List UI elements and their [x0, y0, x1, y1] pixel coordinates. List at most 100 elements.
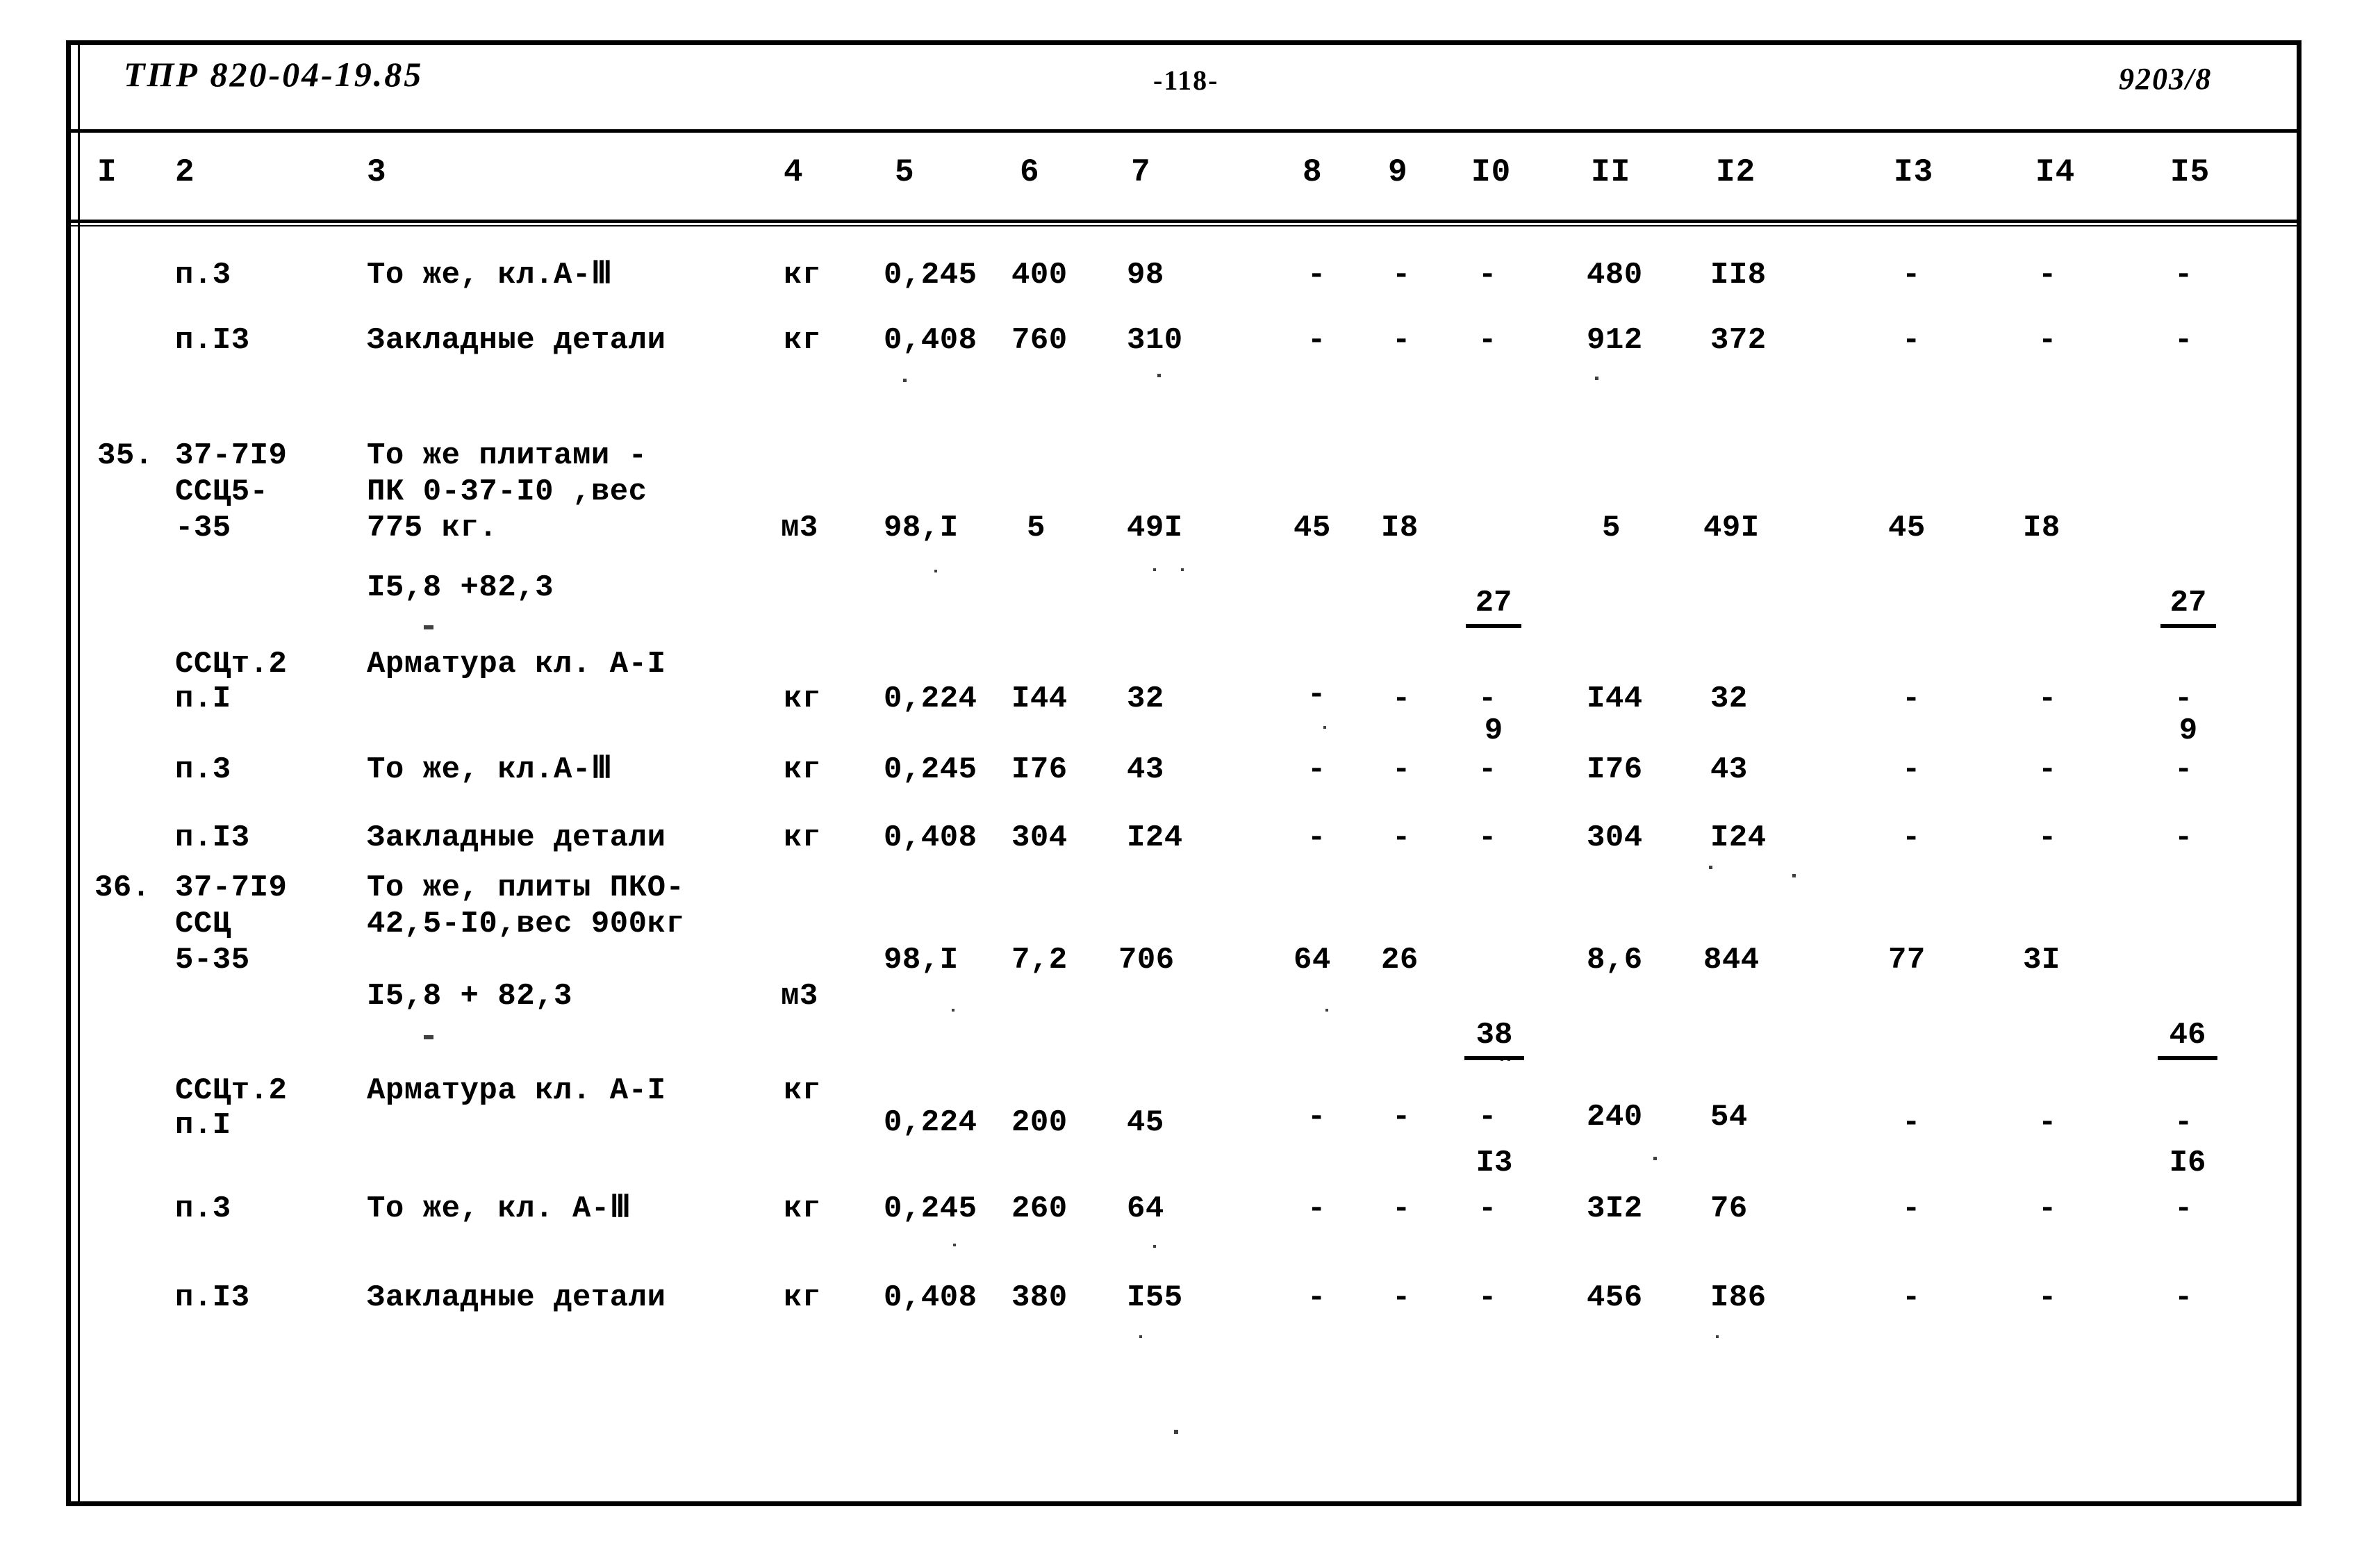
table-row: - [2174, 752, 2193, 787]
table-row: - [2038, 752, 2057, 787]
table-row: 200 [1011, 1105, 1068, 1140]
table-row: 98 [1127, 258, 1164, 292]
column-number-2: 2 [175, 154, 195, 190]
table-row: - [1902, 1191, 1921, 1226]
column-number-11: II [1591, 154, 1631, 190]
column-number-14: I4 [2035, 154, 2076, 190]
table-row: ССЦт.2 [175, 1073, 288, 1108]
scan-artifact [1653, 1157, 1657, 1160]
table-row: - [1307, 1100, 1326, 1135]
table-row: 0,408 [884, 323, 977, 358]
table-row: - [1392, 1191, 1411, 1226]
table-row: - [1307, 1191, 1326, 1226]
table-row: кг [784, 752, 821, 787]
table-row: I24 [1127, 820, 1183, 855]
table-row: - [2038, 820, 2057, 855]
scan-artifact [1507, 1058, 1510, 1061]
table-row: 45 [1294, 511, 1331, 545]
table-row: 64 [1294, 943, 1331, 978]
scan-artifact [1153, 1245, 1156, 1248]
table-row: 32 [1127, 682, 1164, 716]
table-row: ПК 0-37-I0 ,вес [367, 475, 647, 509]
table-row: - [1392, 1100, 1411, 1135]
table-row: - [2038, 1280, 2057, 1315]
table-row: п.I3 [175, 820, 250, 855]
column-number-6: 6 [1020, 154, 1040, 190]
table-row: - [1307, 258, 1326, 292]
table-row: - [1392, 820, 1411, 855]
column-number-12: I2 [1716, 154, 1756, 190]
table-row: - [1392, 1280, 1411, 1315]
table-row: ССЦ [175, 907, 231, 941]
scan-artifact [1174, 1430, 1178, 1434]
table-row: I8 [2023, 511, 2060, 545]
table-row: - [2038, 258, 2057, 292]
table-row: - [1902, 752, 1921, 787]
table-row: 98,I [884, 943, 959, 978]
table-row: - [1902, 323, 1921, 358]
table-row: - [2174, 682, 2193, 716]
table-row: 706 [1118, 943, 1175, 978]
table-row: - [1307, 820, 1326, 855]
column-numbers-rule [69, 220, 2299, 223]
table-row: п.I [175, 1108, 231, 1143]
table-row: I55 [1127, 1280, 1183, 1315]
table-row: 7,2 [1011, 943, 1068, 978]
page-border-inner-left [78, 40, 80, 1506]
table-row: - [1307, 323, 1326, 358]
column-number-9: 9 [1388, 154, 1408, 190]
table-row: - [2038, 1105, 2057, 1140]
table-row: -35 [175, 511, 231, 545]
table-row: I44 [1587, 682, 1643, 716]
table-row: кг [784, 682, 821, 716]
table-row: - [1478, 258, 1497, 292]
table-row: ССЦт.2 [175, 647, 288, 682]
table-row: 480 [1587, 258, 1643, 292]
table-row: - [1307, 1280, 1326, 1315]
table-row: 5 [1027, 511, 1046, 545]
table-row: 0,224 [884, 1105, 977, 1140]
table-row: I76 [1587, 752, 1643, 787]
fraction-denominator: I3 [1476, 1146, 1513, 1180]
column-number-8: 8 [1303, 154, 1323, 190]
table-row: - [1478, 820, 1497, 855]
scan-artifact [1157, 374, 1161, 377]
table-row: ССЦ5- [175, 475, 269, 509]
scan-artifact [1323, 726, 1326, 729]
table-row: 45 [1888, 511, 1926, 545]
table-row: 43 [1710, 752, 1748, 787]
table-row: II8 [1710, 258, 1767, 292]
table-row: То же, плиты ПКО- [367, 871, 685, 905]
scan-artifact [424, 1035, 433, 1039]
scan-artifact [1181, 568, 1184, 571]
table-row: То же, кл.А-Ⅲ [367, 752, 613, 787]
table-row: 32 [1710, 682, 1748, 716]
table-row: 43 [1127, 752, 1164, 787]
column-number-5: 5 [895, 154, 915, 190]
scan-artifact [424, 625, 433, 629]
table-row: 49I [1703, 511, 1760, 545]
table-row: п.I3 [175, 1280, 250, 1315]
table-row: Закладные детали [367, 820, 666, 855]
fraction-numerator: 38 [1464, 1016, 1524, 1060]
table-row: То же, кл. А-Ⅲ [367, 1191, 631, 1226]
page-number: -118- [1153, 65, 1219, 96]
table-row: 372 [1710, 323, 1767, 358]
table-row: 54 [1710, 1100, 1748, 1135]
table-row: м3 [781, 511, 818, 545]
table-row: - [2174, 1191, 2193, 1226]
table-row: I86 [1710, 1280, 1767, 1315]
table-row: 3I2 [1587, 1191, 1643, 1226]
table-row: 0,245 [884, 1191, 977, 1226]
table-row: - [1902, 1280, 1921, 1315]
table-row: - [1307, 677, 1326, 712]
column-number-10: I0 [1471, 154, 1512, 190]
column-number-1: I [97, 154, 117, 190]
table-row: кг [784, 323, 821, 358]
table-row: То же, кл.А-Ⅲ [367, 258, 613, 292]
table-row: 98,I [884, 511, 959, 545]
table-row: п.3 [175, 1191, 231, 1226]
table-row: - [1902, 1105, 1921, 1140]
document-page: ТПР 820-04-19.85 -118- 9203/8 I 2 3 4 5 … [0, 0, 2380, 1559]
table-row: I5,8 + 82,3 [367, 979, 572, 1014]
